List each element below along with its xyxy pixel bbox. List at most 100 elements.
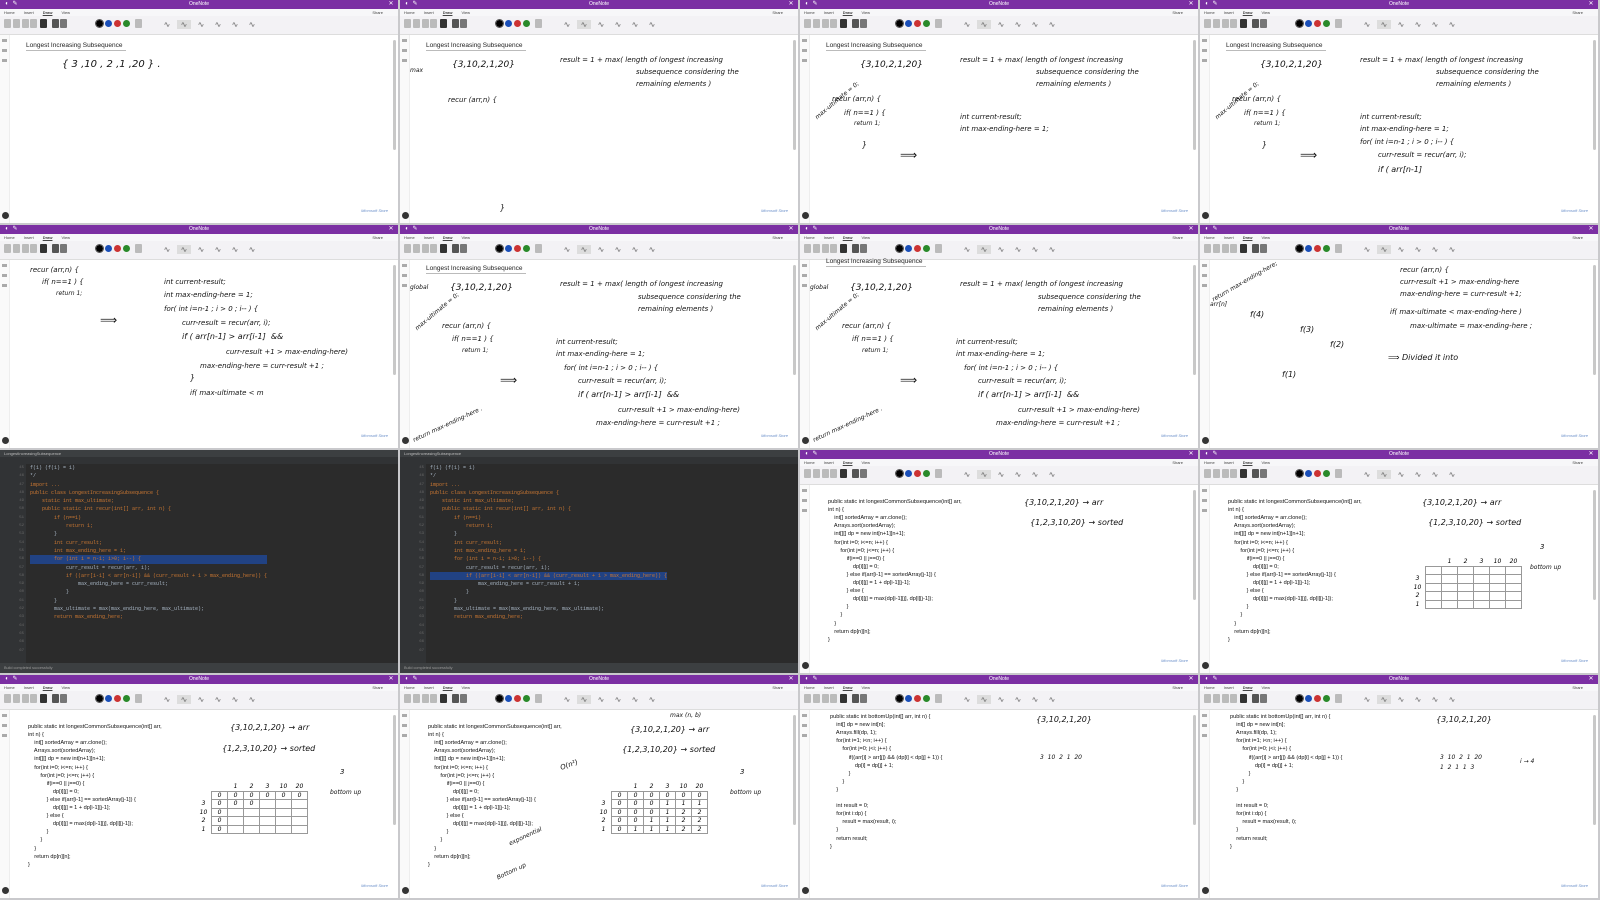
menu-home[interactable]: Home [4,685,15,690]
rail-icon-1[interactable] [402,274,407,277]
pen-color-2[interactable] [1314,470,1321,477]
avatar[interactable] [802,212,809,219]
ink-style-4[interactable]: ∿ [628,245,642,254]
ribbon-tool-2[interactable] [1222,469,1229,478]
menu-home[interactable]: Home [804,10,815,15]
code-editor[interactable]: f(1) (f(1) = 1) */import ... public class … [430,464,668,622]
pen-tool-1[interactable] [452,19,459,28]
rail-icon-0[interactable] [1202,714,1207,717]
ink-style-5[interactable]: ∿ [245,20,259,29]
eraser-tool[interactable] [1335,19,1342,28]
share-button[interactable]: Share [372,684,383,691]
pen-color-1[interactable] [1305,470,1312,477]
close-icon[interactable]: ✕ [1588,676,1594,682]
ribbon-tool-0[interactable] [404,694,411,703]
pen-color-0[interactable] [895,244,904,253]
ink-style-0[interactable]: ∿ [960,695,974,704]
eraser-tool[interactable] [935,244,942,253]
sync-icon[interactable]: ◐ [404,676,410,682]
share-button[interactable]: Share [772,684,783,691]
sync-icon[interactable]: ◐ [804,226,810,232]
ribbon-tool-0[interactable] [804,469,811,478]
ink-style-0[interactable]: ∿ [560,695,574,704]
ribbon-tool-0[interactable] [4,19,11,28]
pen-tool-2[interactable] [60,694,67,703]
ink-style-5[interactable]: ∿ [1045,695,1059,704]
rail-icon-2[interactable] [402,59,407,62]
eraser-tool[interactable] [135,19,142,28]
ink-style-4[interactable]: ∿ [1428,470,1442,479]
pen-color-3[interactable] [523,20,530,27]
pen-tool-0[interactable] [840,19,847,28]
pen-tool-2[interactable] [1260,469,1267,478]
scrollbar[interactable] [1593,490,1596,600]
ink-style-4[interactable]: ∿ [1028,695,1042,704]
menu-home[interactable]: Home [804,235,815,240]
pen-color-1[interactable] [105,695,112,702]
menu-draw[interactable]: Draw [43,685,53,690]
rail-icon-2[interactable] [1202,509,1207,512]
ink-style-1[interactable]: ∿ [177,695,191,704]
pen-color-0[interactable] [95,694,104,703]
ribbon-tool-3[interactable] [830,244,837,253]
pen-color-1[interactable] [905,695,912,702]
rail-icon-2[interactable] [2,734,7,737]
edit-icon[interactable]: ✎ [12,1,18,7]
rail-icon-2[interactable] [402,284,407,287]
pen-tool-1[interactable] [1252,469,1259,478]
menu-draw[interactable]: Draw [843,10,853,15]
pen-tool-0[interactable] [1240,244,1247,253]
menu-view[interactable]: View [61,10,70,15]
ink-style-4[interactable]: ∿ [1428,245,1442,254]
menu-insert[interactable]: Insert [424,10,434,15]
menu-home[interactable]: Home [404,685,415,690]
pen-color-3[interactable] [923,20,930,27]
close-icon[interactable]: ✕ [1588,451,1594,457]
rail-icon-2[interactable] [802,284,807,287]
pen-color-3[interactable] [1323,470,1330,477]
pen-color-2[interactable] [114,695,121,702]
ribbon-tool-2[interactable] [1222,244,1229,253]
share-button[interactable]: Share [372,9,383,16]
edit-icon[interactable]: ✎ [412,226,418,232]
menu-insert[interactable]: Insert [1224,460,1234,465]
pen-tool-2[interactable] [460,244,467,253]
pen-tool-1[interactable] [52,19,59,28]
menu-draw[interactable]: Draw [43,10,53,15]
pen-color-0[interactable] [895,694,904,703]
menu-home[interactable]: Home [404,235,415,240]
edit-icon[interactable]: ✎ [412,676,418,682]
ink-style-2[interactable]: ∿ [594,245,608,254]
avatar[interactable] [2,437,9,444]
rail-icon-2[interactable] [1202,284,1207,287]
ribbon-tool-0[interactable] [1204,19,1211,28]
ribbon-tool-0[interactable] [404,244,411,253]
eraser-tool[interactable] [535,244,542,253]
rail-icon-1[interactable] [2,724,7,727]
ink-style-0[interactable]: ∿ [560,245,574,254]
ink-style-2[interactable]: ∿ [194,695,208,704]
pen-tool-1[interactable] [452,244,459,253]
pen-tool-1[interactable] [1252,694,1259,703]
ink-style-0[interactable]: ∿ [160,20,174,29]
ink-style-3[interactable]: ∿ [1411,470,1425,479]
menu-draw[interactable]: Draw [443,10,453,15]
menu-view[interactable]: View [861,235,870,240]
edit-icon[interactable]: ✎ [812,1,818,7]
eraser-tool[interactable] [935,469,942,478]
pen-color-0[interactable] [495,19,504,28]
pen-tool-2[interactable] [1260,694,1267,703]
share-button[interactable]: Share [1572,9,1583,16]
ribbon-tool-2[interactable] [422,19,429,28]
menu-draw[interactable]: Draw [443,685,453,690]
sync-icon[interactable]: ◐ [4,1,10,7]
avatar[interactable] [402,887,409,894]
scrollbar[interactable] [1193,265,1196,375]
scrollbar[interactable] [793,265,796,375]
edit-icon[interactable]: ✎ [1212,1,1218,7]
menu-home[interactable]: Home [4,10,15,15]
ribbon-tool-3[interactable] [430,19,437,28]
pen-tool-0[interactable] [840,469,847,478]
ribbon-tool-3[interactable] [830,19,837,28]
menu-view[interactable]: View [461,685,470,690]
